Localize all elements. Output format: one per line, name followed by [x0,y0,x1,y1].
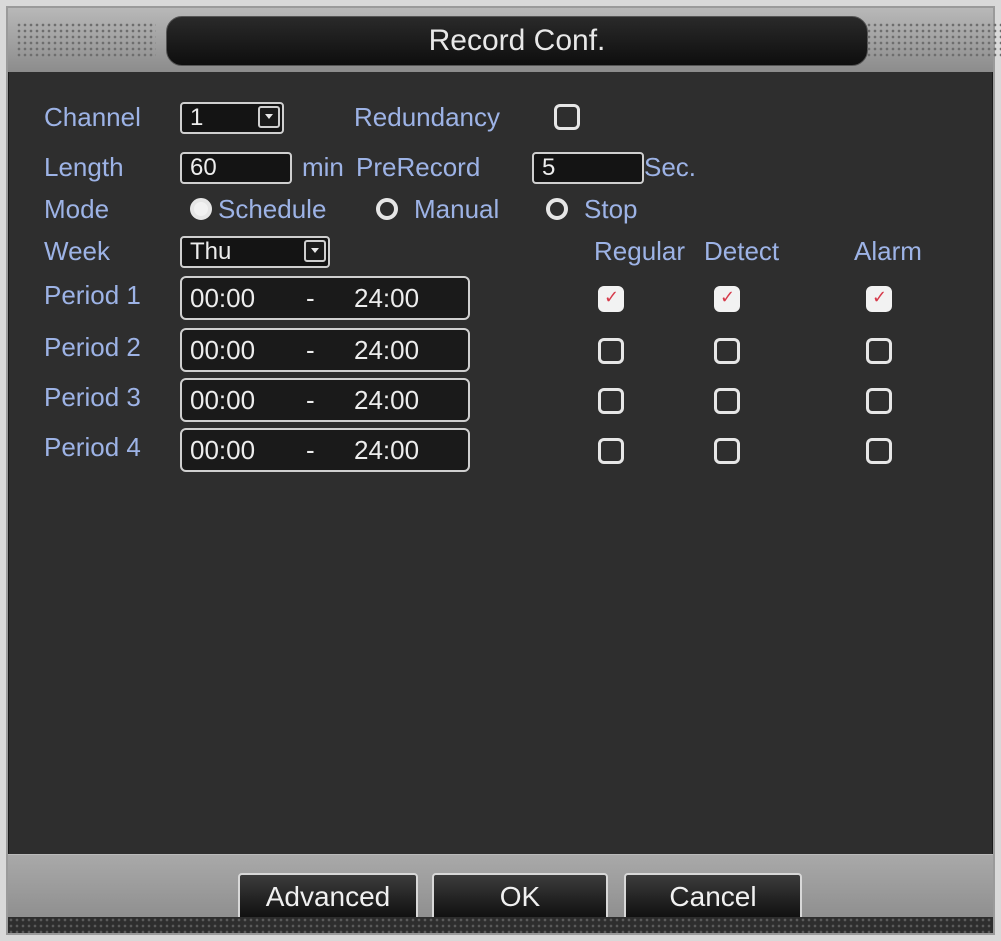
period-2-alarm-checkbox[interactable] [866,338,892,364]
period-1-label: Period 1 [44,280,141,310]
week-select[interactable]: Thu [180,236,330,268]
period-1-separator: - [306,283,315,313]
redundancy-checkbox[interactable] [554,104,580,130]
period-2-end: 24:00 [354,335,420,365]
channel-value: 1 [190,104,204,131]
period-2-start: 00:00 [190,335,256,365]
period-2-separator: - [306,335,315,365]
mode-schedule-radio[interactable] [190,198,212,220]
period-2-regular-checkbox[interactable] [598,338,624,364]
title-grip-right [866,22,1001,58]
length-input[interactable]: 60 [180,152,292,184]
chevron-down-icon [258,106,280,128]
dialog-title: Record Conf. [166,16,868,66]
period-4-start: 00:00 [190,435,256,465]
period-1-regular-checkbox[interactable] [598,286,624,312]
mode-label: Mode [44,194,110,224]
bottom-grip [8,917,993,933]
mode-stop-label: Stop [584,194,638,224]
period-1-start: 00:00 [190,283,256,313]
period-1-alarm-checkbox[interactable] [866,286,892,312]
period-2-detect-checkbox[interactable] [714,338,740,364]
period-3-time-range[interactable]: 00:00 - 24:00 [180,378,470,422]
period-1-end: 24:00 [354,283,420,313]
length-label: Length [44,152,124,182]
channel-label: Channel [44,102,141,132]
mode-stop-radio[interactable] [546,198,568,220]
cancel-button[interactable]: Cancel [624,873,802,923]
period-4-label: Period 4 [44,432,141,462]
period-4-regular-checkbox[interactable] [598,438,624,464]
length-unit: min [302,152,344,182]
period-4-time-range[interactable]: 00:00 - 24:00 [180,428,470,472]
column-header-detect: Detect [704,236,780,266]
mode-manual-label: Manual [414,194,500,224]
prerecord-input[interactable]: 5 [532,152,644,184]
record-conf-dialog: Record Conf. Channel 1 Redundancy Length… [6,6,1001,935]
period-3-alarm-checkbox[interactable] [866,388,892,414]
prerecord-label: PreRecord [356,152,481,182]
period-4-separator: - [306,435,315,465]
period-1-time-range[interactable]: 00:00 - 24:00 [180,276,470,320]
column-header-alarm: Alarm [854,236,922,266]
period-4-end: 24:00 [354,435,420,465]
period-3-start: 00:00 [190,385,256,415]
column-header-regular: Regular [594,236,686,266]
period-3-regular-checkbox[interactable] [598,388,624,414]
period-3-detect-checkbox[interactable] [714,388,740,414]
week-value: Thu [190,238,232,265]
period-1-detect-checkbox[interactable] [714,286,740,312]
period-2-label: Period 2 [44,332,141,362]
redundancy-label: Redundancy [354,102,500,132]
period-3-separator: - [306,385,315,415]
period-3-label: Period 3 [44,382,141,412]
period-3-end: 24:00 [354,385,420,415]
title-bar[interactable]: Record Conf. [8,8,1001,72]
mode-schedule-label: Schedule [218,194,327,224]
period-4-detect-checkbox[interactable] [714,438,740,464]
period-4-alarm-checkbox[interactable] [866,438,892,464]
prerecord-unit: Sec. [644,152,697,182]
title-grip-left [16,22,156,58]
mode-manual-radio[interactable] [376,198,398,220]
chevron-down-icon [304,240,326,262]
period-2-time-range[interactable]: 00:00 - 24:00 [180,328,470,372]
button-bar: Advanced OK Cancel [8,854,993,923]
channel-select[interactable]: 1 [180,102,284,134]
week-label: Week [44,236,110,266]
advanced-button[interactable]: Advanced [238,873,418,923]
ok-button[interactable]: OK [432,873,608,923]
